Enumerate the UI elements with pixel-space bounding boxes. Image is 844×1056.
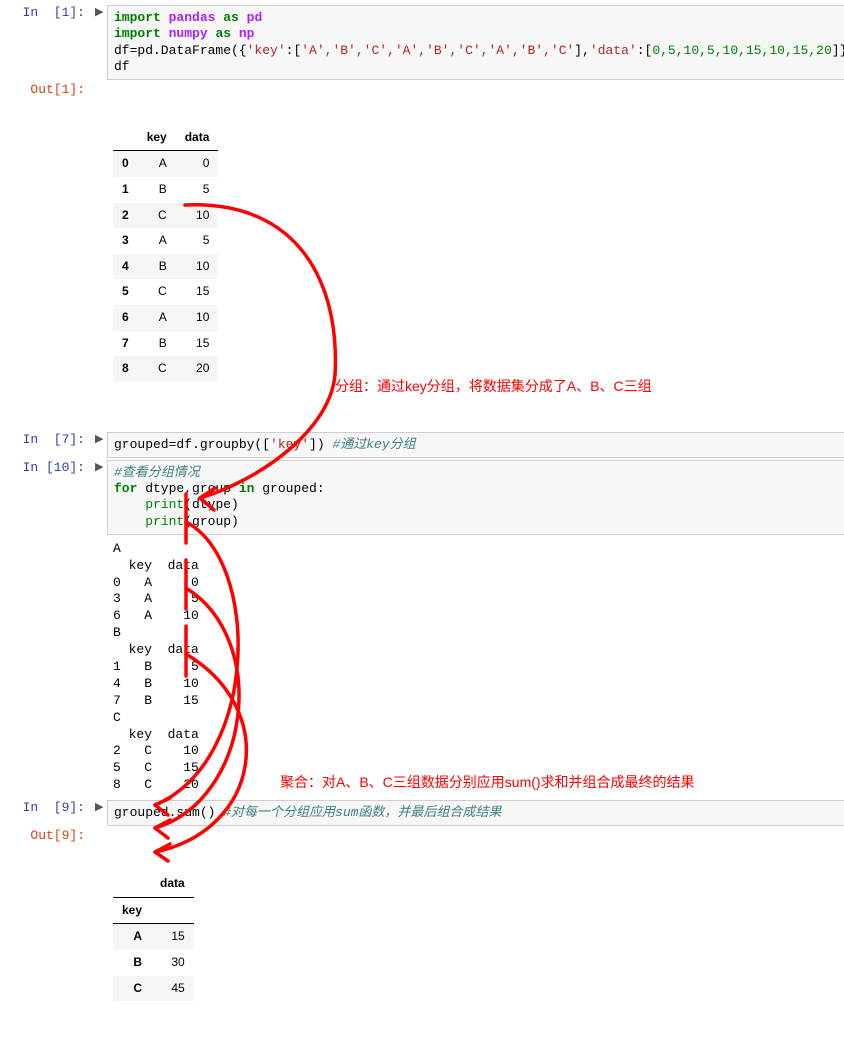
- code-input-7[interactable]: grouped=df.groupby(['key']) #通过key分组: [107, 432, 844, 458]
- run-button-1[interactable]: ▶: [95, 5, 107, 80]
- dataframe-table-sum: datakeyA15B30C45: [113, 871, 194, 1001]
- code-input-10[interactable]: #查看分组情况 for dtype,group in grouped: prin…: [107, 460, 844, 535]
- cell-out-10: A key data 0 A 0 3 A 5 6 A 10 B key data…: [5, 537, 844, 798]
- run-button-9[interactable]: ▶: [95, 800, 107, 826]
- code-input-9[interactable]: grouped.sum() #对每一个分组应用sum函数，并最后组合成结果: [107, 800, 844, 826]
- prompt-in-10: In [10]:: [5, 460, 95, 535]
- cell-out-9: Out[9]: datakeyA15B30C45: [5, 828, 844, 1049]
- cell-in-1: In [1]: ▶ import pandas as pd import num…: [5, 5, 844, 80]
- prompt-in-7: In [7]:: [5, 432, 95, 458]
- prompt-out-1: Out[1]:: [5, 82, 95, 430]
- cell-in-9: In [9]: ▶ grouped.sum() #对每一个分组应用sum函数，并…: [5, 800, 844, 826]
- cell-in-10: In [10]: ▶ #查看分组情况 for dtype,group in gr…: [5, 460, 844, 535]
- dataframe-table-1: keydata0A01B52C103A54B105C156A107B158C20: [113, 125, 218, 382]
- prompt-in-9: In [9]:: [5, 800, 95, 826]
- run-button-10[interactable]: ▶: [95, 460, 107, 535]
- prompt-in-1: In [1]:: [5, 5, 95, 80]
- prompt-out-9: Out[9]:: [5, 828, 95, 1049]
- output-1: keydata0A01B52C103A54B105C156A107B158C20: [107, 82, 844, 430]
- cell-out-1: Out[1]: keydata0A01B52C103A54B105C156A10…: [5, 82, 844, 430]
- output-9: datakeyA15B30C45: [107, 828, 844, 1049]
- output-10: A key data 0 A 0 3 A 5 6 A 10 B key data…: [107, 537, 844, 798]
- code-input-1[interactable]: import pandas as pd import numpy as np d…: [107, 5, 844, 80]
- cell-in-7: In [7]: ▶ grouped=df.groupby(['key']) #通…: [5, 432, 844, 458]
- run-button-7[interactable]: ▶: [95, 432, 107, 458]
